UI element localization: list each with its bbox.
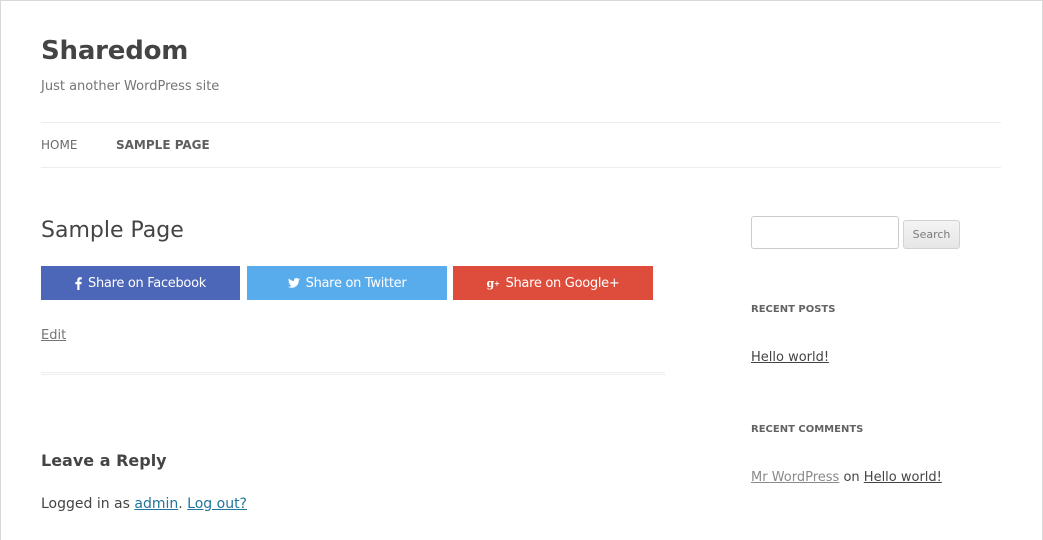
logged-in-prefix: Logged in as bbox=[41, 496, 135, 512]
recent-posts-title: RECENT POSTS bbox=[751, 304, 836, 315]
logged-in-separator: . bbox=[178, 496, 188, 512]
comment-post-link[interactable]: Hello world! bbox=[864, 470, 942, 485]
nav-item-sample-page[interactable]: SAMPLE PAGE bbox=[116, 137, 210, 153]
nav-item-home[interactable]: HOME bbox=[41, 137, 77, 153]
edit-link[interactable]: Edit bbox=[41, 328, 66, 344]
reply-title: Leave a Reply bbox=[41, 451, 167, 470]
logged-in-notice: Logged in as admin. Log out? bbox=[41, 495, 247, 513]
main-navigation: HOME SAMPLE PAGE bbox=[41, 122, 1001, 168]
share-google-plus-label: Share on Google+ bbox=[505, 275, 620, 291]
site-title[interactable]: Sharedom bbox=[41, 35, 188, 67]
search-input[interactable] bbox=[751, 216, 899, 249]
content-divider bbox=[41, 372, 665, 375]
recent-post-link[interactable]: Hello world! bbox=[751, 350, 829, 366]
site-description: Just another WordPress site bbox=[41, 79, 220, 94]
search-button[interactable]: Search bbox=[903, 220, 960, 249]
google-plus-icon: g + bbox=[486, 276, 500, 290]
share-facebook-button[interactable]: Share on Facebook bbox=[41, 266, 240, 300]
recent-comments-title: RECENT COMMENTS bbox=[751, 424, 864, 435]
comment-connector: on bbox=[839, 470, 864, 485]
share-google-plus-button[interactable]: g + Share on Google+ bbox=[453, 266, 653, 300]
logout-link[interactable]: Log out? bbox=[187, 496, 247, 512]
user-profile-link[interactable]: admin bbox=[134, 496, 178, 512]
page-title: Sample Page bbox=[41, 218, 184, 243]
share-twitter-button[interactable]: Share on Twitter bbox=[247, 266, 447, 300]
facebook-icon bbox=[75, 276, 82, 290]
share-facebook-label: Share on Facebook bbox=[88, 275, 206, 291]
comment-author-link[interactable]: Mr WordPress bbox=[751, 470, 839, 485]
share-twitter-label: Share on Twitter bbox=[305, 275, 407, 291]
recent-comment-item: Mr WordPress on Hello world! bbox=[751, 470, 942, 486]
page-container: Sharedom Just another WordPress site HOM… bbox=[0, 0, 1043, 540]
twitter-icon bbox=[287, 278, 300, 288]
